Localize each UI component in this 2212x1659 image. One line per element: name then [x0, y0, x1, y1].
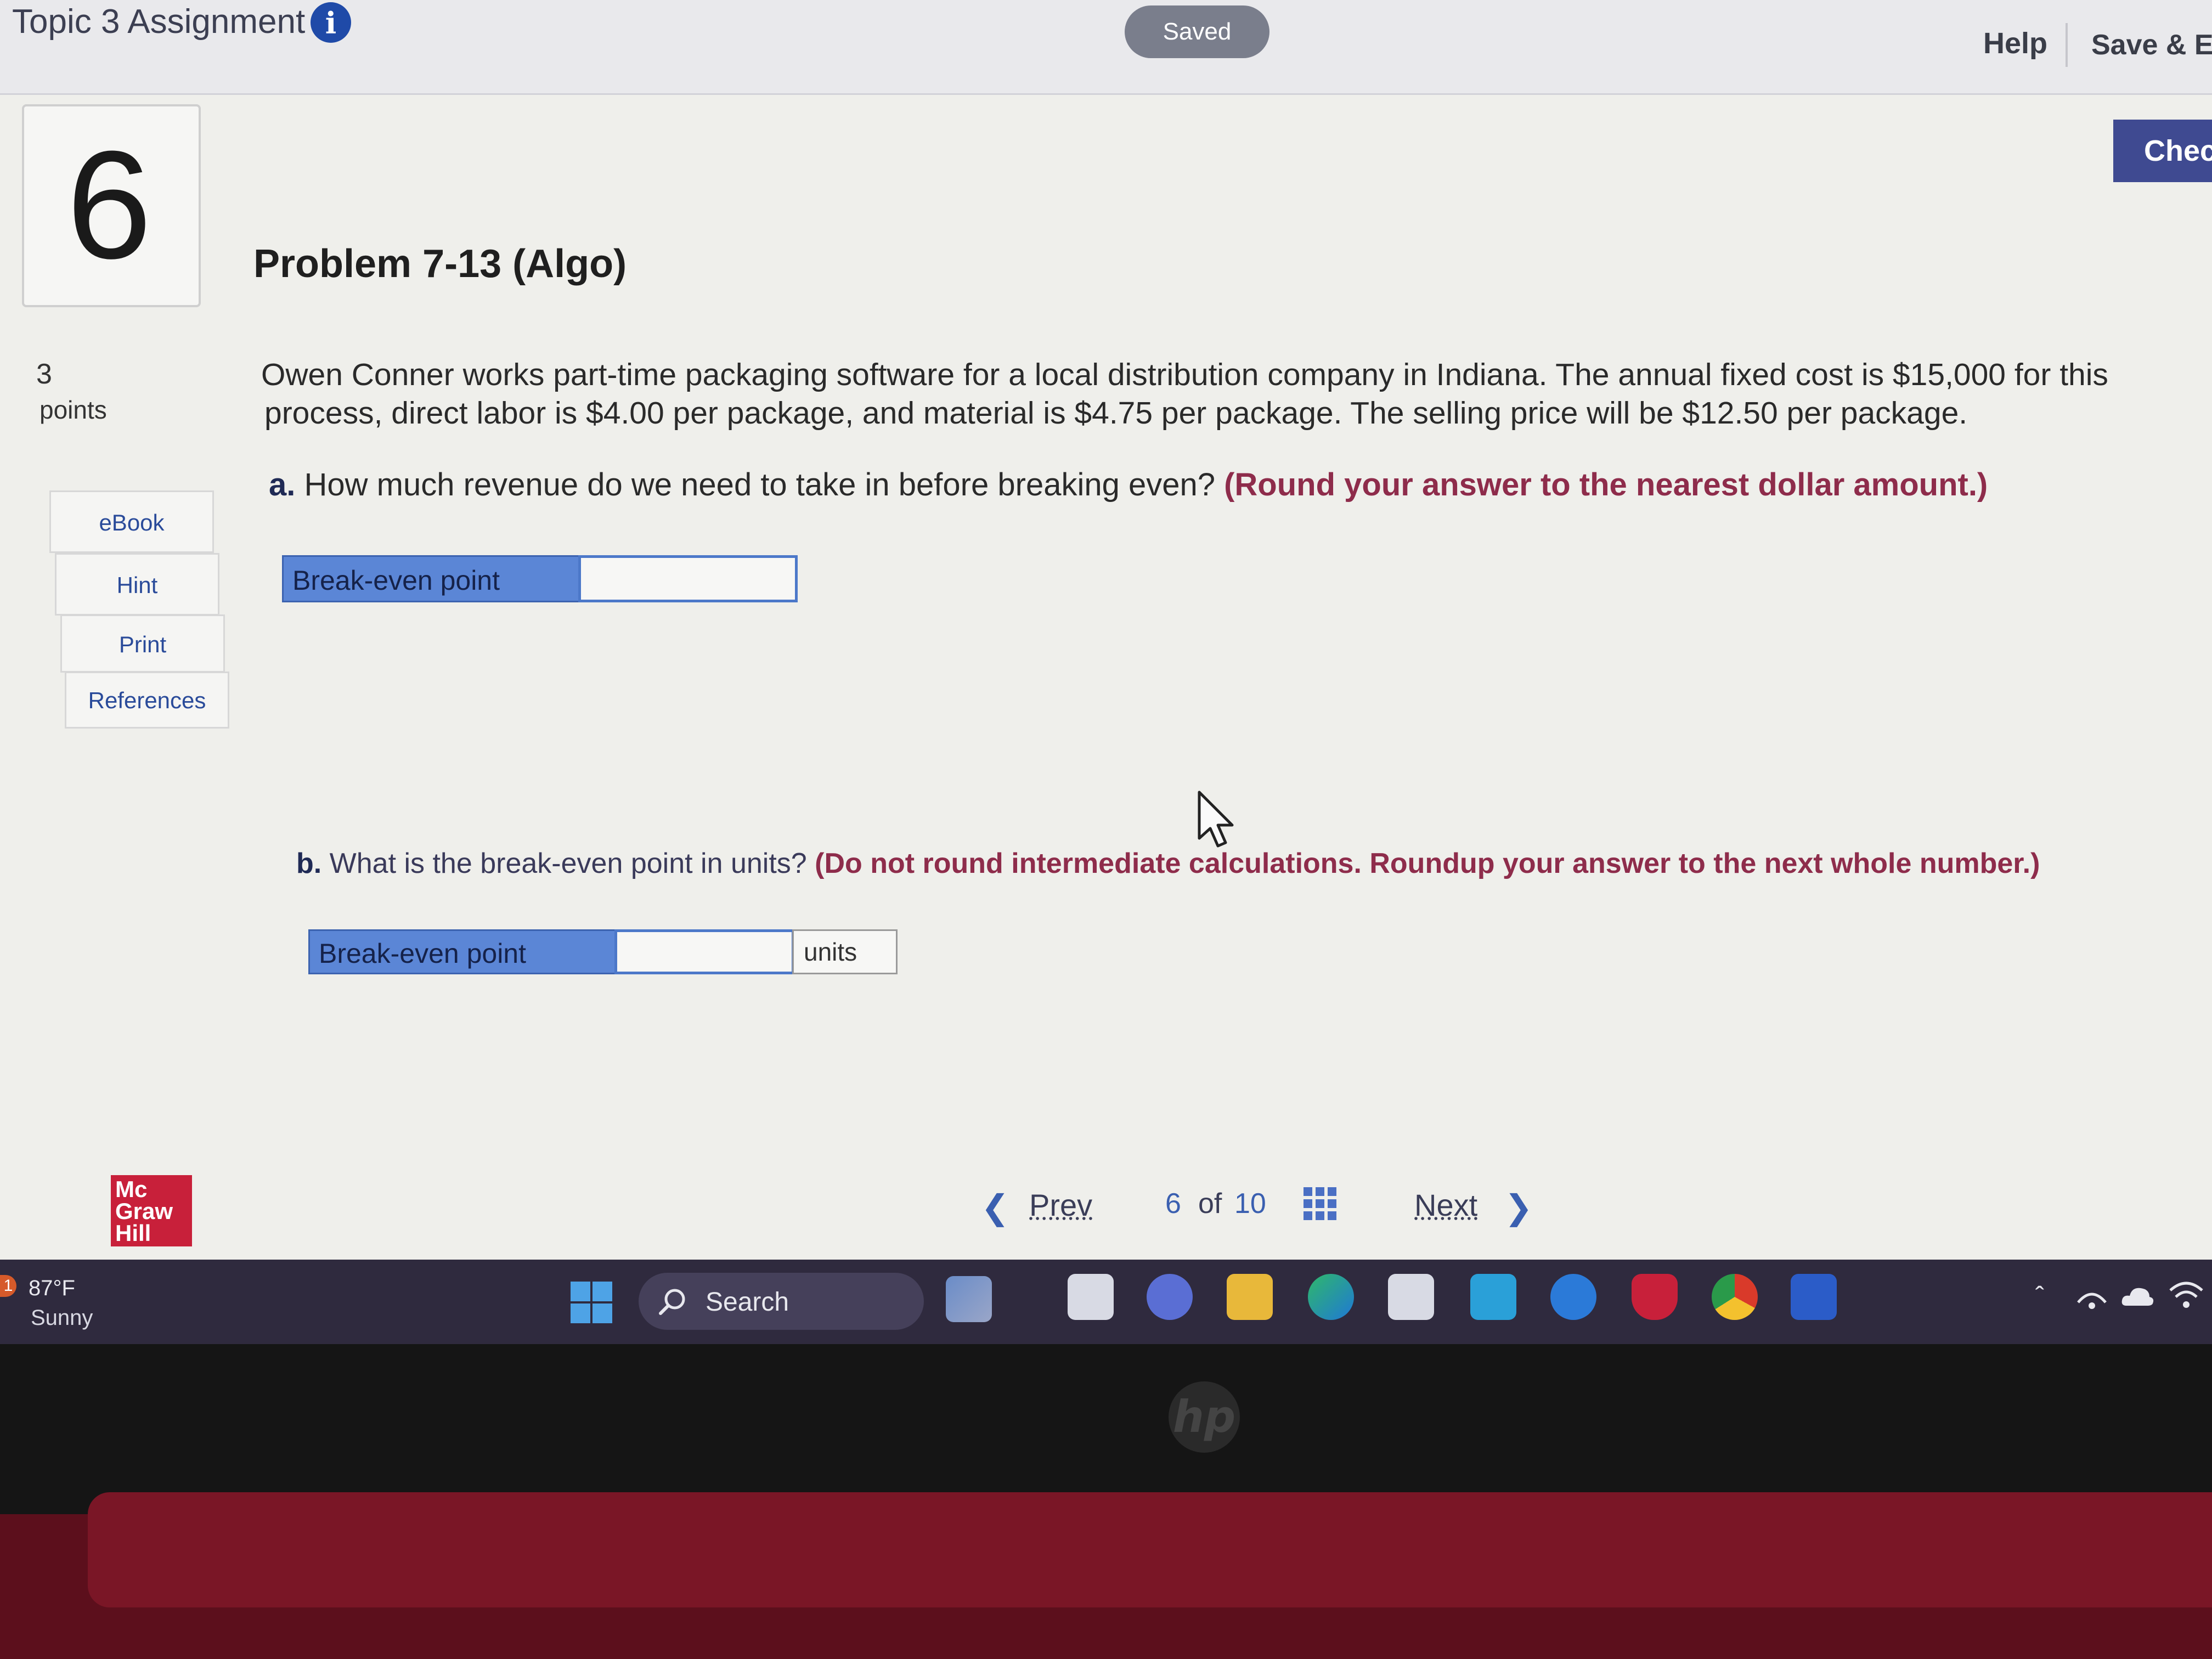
problem-title: Problem 7-13 (Algo): [253, 242, 627, 286]
header-divider: [2066, 23, 2068, 67]
problem-text-line-2: process, direct labor is $4.00 per packa…: [264, 396, 1968, 431]
chevron-left-icon[interactable]: ❮: [981, 1187, 1009, 1227]
logo-line-2: Graw: [115, 1198, 173, 1224]
mcgraw-hill-logo: Mc Graw Hill: [111, 1175, 192, 1246]
help-icon[interactable]: [1550, 1274, 1596, 1320]
current-page-number: 6: [1165, 1188, 1181, 1220]
chevron-right-icon[interactable]: ❯: [1504, 1187, 1533, 1227]
mouse-cursor-icon: [1198, 791, 1234, 848]
part-b-label: b.: [296, 848, 322, 879]
copilot-icon[interactable]: [946, 1276, 992, 1322]
info-icon[interactable]: i: [311, 2, 351, 43]
laptop-body-edge: [88, 1492, 2212, 1607]
print-button[interactable]: Print: [60, 614, 225, 673]
part-b-answer-input[interactable]: [614, 929, 794, 974]
part-b-question: b. What is the break-even point in units…: [296, 847, 2040, 880]
wifi-icon[interactable]: [2167, 1278, 2205, 1311]
mcafee-icon[interactable]: [1632, 1274, 1678, 1320]
logo-line-3: Hill: [115, 1220, 151, 1246]
ebook-button[interactable]: eBook: [49, 490, 214, 553]
word-icon[interactable]: [1791, 1274, 1837, 1320]
question-grid-icon[interactable]: [1302, 1186, 1338, 1221]
weather-condition[interactable]: Sunny: [31, 1306, 93, 1330]
file-explorer-icon[interactable]: [1068, 1274, 1114, 1320]
myhp-icon[interactable]: [1470, 1274, 1516, 1320]
part-a-answer-label: Break-even point: [282, 555, 580, 602]
part-a-label: a.: [269, 467, 296, 503]
check-my-work-button[interactable]: Chec: [2113, 120, 2212, 182]
part-b-prompt: What is the break-even point in units?: [321, 848, 815, 879]
store-icon[interactable]: [1388, 1274, 1434, 1320]
tray-expand-icon[interactable]: ˆ: [2035, 1282, 2044, 1312]
logo-line-1: Mc: [115, 1176, 148, 1202]
points-value: 3: [36, 358, 52, 390]
onedrive-cloud-icon[interactable]: [2120, 1284, 2155, 1308]
hint-button[interactable]: Hint: [55, 553, 219, 616]
chrome-icon[interactable]: [1712, 1274, 1758, 1320]
folder-icon[interactable]: [1227, 1274, 1273, 1320]
page-of-label: of: [1198, 1188, 1222, 1220]
part-b-answer-label: Break-even point: [308, 929, 617, 974]
problem-text-line-1: Owen Conner works part-time packaging so…: [261, 357, 2108, 392]
windows-start-icon[interactable]: [569, 1280, 613, 1324]
points-label: points: [40, 396, 107, 424]
next-button[interactable]: Next: [1414, 1187, 1477, 1223]
edge-icon[interactable]: [1308, 1274, 1354, 1320]
saved-status-badge: Saved: [1125, 5, 1269, 58]
weather-temperature[interactable]: 87°F: [29, 1276, 75, 1301]
part-a-question: a. How much revenue do we need to take i…: [269, 466, 1988, 503]
hp-logo: hp: [1169, 1381, 1240, 1453]
help-link[interactable]: Help: [1983, 26, 2047, 60]
teams-icon[interactable]: [1147, 1274, 1193, 1320]
references-button[interactable]: References: [65, 672, 229, 729]
part-a-prompt: How much revenue do we need to take in b…: [295, 467, 1224, 503]
prev-button[interactable]: Prev: [1029, 1187, 1092, 1223]
question-number: 6: [66, 120, 152, 291]
total-pages-number: 10: [1234, 1188, 1266, 1220]
search-label: Search: [706, 1288, 789, 1317]
part-b-unit-label: units: [792, 929, 898, 974]
network-icon[interactable]: [2073, 1280, 2111, 1313]
part-b-instruction: (Do not round intermediate calculations.…: [815, 848, 2040, 879]
part-a-answer-input[interactable]: [578, 555, 798, 602]
assignment-title: Topic 3 Assignment: [12, 3, 306, 41]
search-icon: [659, 1289, 685, 1315]
save-exit-link[interactable]: Save & Ex: [2091, 29, 2212, 61]
part-a-instruction: (Round your answer to the nearest dollar…: [1224, 467, 1988, 503]
